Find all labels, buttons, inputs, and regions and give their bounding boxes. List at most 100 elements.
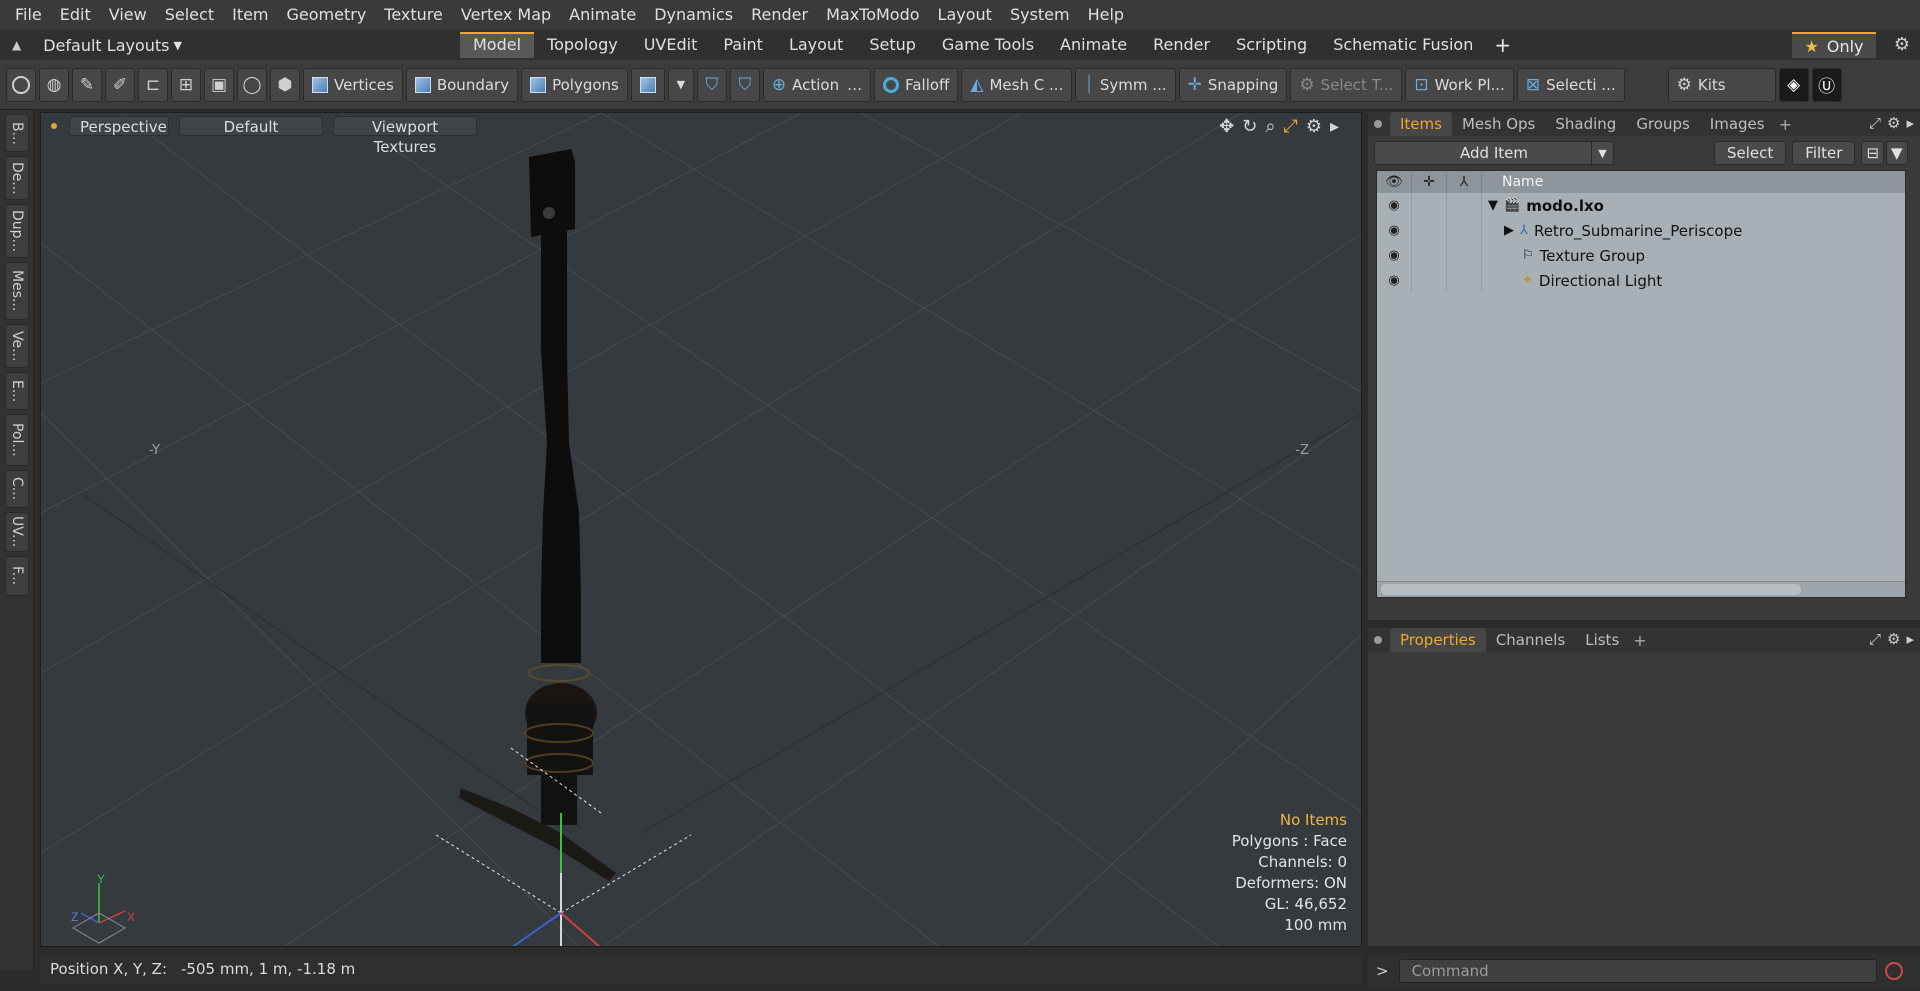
gear-icon[interactable]: ⚙ [1894, 34, 1910, 55]
tree-row[interactable]: ◉ ⚐ Texture Group [1377, 243, 1905, 268]
tree-row[interactable]: ◉ ▶ ⅄ Retro_Submarine_Periscope [1377, 218, 1905, 243]
tree-row[interactable]: ◉ ✦ Directional Light [1377, 268, 1905, 293]
name-column-header[interactable]: Name [1482, 174, 1543, 190]
menu-edit[interactable]: Edit [51, 0, 100, 30]
boundary-button[interactable]: Boundary [405, 67, 519, 102]
menu-maxtomodo[interactable]: MaxToModo [817, 0, 928, 30]
menu-file[interactable]: File [6, 0, 51, 30]
kits-button[interactable]: ⚙ Kits [1667, 67, 1776, 102]
maximize-icon[interactable]: ⤢ [1869, 630, 1881, 648]
tab-schematic-fusion[interactable]: Schematic Fusion [1320, 32, 1486, 58]
zoom-icon[interactable]: ⌕ [1265, 116, 1275, 137]
mode-dropdown[interactable]: ▼ [667, 67, 694, 102]
tab-items[interactable]: Items [1390, 112, 1452, 136]
tab-uvedit[interactable]: UVEdit [631, 32, 711, 58]
selection-sets-button[interactable]: ⊠ Selecti ... [1516, 67, 1625, 102]
gear-icon[interactable]: ⚙ [1887, 630, 1900, 648]
expand-right-icon[interactable]: ▸ [1330, 116, 1339, 137]
pen-tool[interactable]: ✎ [72, 67, 102, 102]
eye-icon[interactable]: ◉ [1377, 218, 1412, 243]
menu-system[interactable]: System [1001, 0, 1079, 30]
eye-icon[interactable]: ◉ [1377, 243, 1412, 268]
horizontal-scrollbar[interactable] [1377, 581, 1905, 597]
collapse-icon[interactable]: ⊟ [1861, 141, 1885, 165]
tab-images[interactable]: Images [1700, 112, 1775, 136]
left-tab-deform[interactable]: De... [5, 156, 29, 200]
tab-scripting[interactable]: Scripting [1223, 32, 1320, 58]
menu-help[interactable]: Help [1079, 0, 1133, 30]
menu-render[interactable]: Render [742, 0, 817, 30]
globe-tool[interactable]: ◍ [39, 67, 69, 102]
left-tab-vertex[interactable]: Ve... [5, 324, 29, 368]
lasso-tool[interactable]: ◯ [237, 67, 267, 102]
gear-icon[interactable]: ⚙ [1887, 114, 1900, 132]
item-mode-button[interactable] [630, 67, 665, 102]
left-tab-curve[interactable]: C... [5, 470, 29, 508]
add-tab-icon[interactable]: + [1633, 631, 1646, 650]
mesh-constraint-button[interactable]: ◭ Mesh C ... [961, 67, 1073, 102]
tab-lists[interactable]: Lists [1575, 628, 1629, 652]
3d-viewport[interactable]: Y X Z Perspective Default Viewport Textu… [40, 112, 1362, 947]
expand-right-icon[interactable]: ▸ [1906, 630, 1914, 648]
menu-view[interactable]: View [100, 0, 156, 30]
unreal-button[interactable]: Ⓤ [1811, 67, 1842, 102]
filter-button[interactable]: Filter [1792, 141, 1856, 165]
tree-row[interactable]: ◉ ▼ 🎬 modo.lxo [1377, 193, 1905, 218]
symmetry-shield-button[interactable]: ⛉ [696, 67, 727, 102]
view-type-button[interactable]: Perspective [69, 116, 169, 136]
select-circle-tool[interactable] [6, 67, 36, 102]
tab-properties[interactable]: Properties [1390, 628, 1486, 652]
expand-arrow-icon[interactable]: ▶ [1504, 223, 1514, 238]
falloff-button[interactable]: Falloff [874, 67, 959, 102]
left-tab-mesh[interactable]: Mes... [5, 262, 29, 320]
tab-shading[interactable]: Shading [1545, 112, 1626, 136]
viewport-textures-button[interactable]: Viewport Textures [333, 116, 477, 156]
brush-tool[interactable]: ✐ [105, 67, 135, 102]
action-center-button[interactable]: ⊕ Action … [762, 67, 872, 102]
eye-icon[interactable]: ◉ [1377, 268, 1412, 293]
pivot-shield-button[interactable]: ⛉ [729, 67, 760, 102]
menu-item[interactable]: Item [223, 0, 277, 30]
tab-groups[interactable]: Groups [1626, 112, 1699, 136]
menu-texture[interactable]: Texture [375, 0, 452, 30]
select-button[interactable]: Select [1714, 141, 1787, 165]
type-column-icon[interactable]: ⅄ [1447, 171, 1482, 193]
frame-tool[interactable]: ▣ [204, 67, 234, 102]
add-tab-icon[interactable]: + [1494, 33, 1511, 57]
shading-style-button[interactable]: Default [179, 116, 323, 136]
tab-game-tools[interactable]: Game Tools [929, 32, 1047, 58]
panel-menu-dot[interactable] [1374, 636, 1382, 644]
rotate-icon[interactable]: ↻ [1242, 116, 1257, 137]
menu-vertex-map[interactable]: Vertex Map [452, 0, 560, 30]
snapping-button[interactable]: ✛ Snapping [1178, 67, 1288, 102]
gear-icon[interactable]: ⚙ [1306, 116, 1322, 137]
symmetry-button[interactable]: ⏐ Symm ... [1075, 67, 1176, 102]
menu-animate[interactable]: Animate [560, 0, 645, 30]
menu-layout[interactable]: Layout [929, 0, 1001, 30]
expand-right-icon[interactable]: ▸ [1906, 114, 1914, 132]
lock-column-icon[interactable]: ✛ [1412, 171, 1447, 193]
tab-paint[interactable]: Paint [710, 32, 776, 58]
left-tab-edge[interactable]: E... [5, 372, 29, 410]
loop-tool[interactable]: ⊏ [138, 67, 168, 102]
eye-icon[interactable]: ◉ [1377, 193, 1412, 218]
collapse-up-icon[interactable]: ▲ [12, 38, 21, 52]
menu-dynamics[interactable]: Dynamics [645, 0, 742, 30]
add-tab-icon[interactable]: + [1779, 115, 1792, 134]
expand-arrow-icon[interactable]: ▼ [1488, 198, 1498, 213]
material-tool[interactable]: ⬢ [270, 67, 300, 102]
work-plane-button[interactable]: ⊡ Work Pl... [1405, 67, 1514, 102]
unity-button[interactable]: ◈ [1778, 67, 1809, 102]
chevron-down-icon[interactable]: ▼ [1591, 142, 1613, 164]
select-through-button[interactable]: ⚙ Select T... [1290, 67, 1403, 102]
menu-select[interactable]: Select [156, 0, 223, 30]
maximize-icon[interactable]: ⤢ [1283, 116, 1297, 137]
tab-render[interactable]: Render [1140, 32, 1223, 58]
left-tab-polygon[interactable]: Pol... [5, 414, 29, 466]
tab-model[interactable]: Model [460, 32, 535, 58]
panel-menu-dot[interactable] [1374, 120, 1382, 128]
funnel-icon[interactable]: ▼ [1886, 141, 1908, 165]
tab-topology[interactable]: Topology [534, 32, 631, 58]
pan-icon[interactable]: ✥ [1219, 116, 1234, 137]
left-tab-duplicate[interactable]: Dup... [5, 204, 29, 258]
